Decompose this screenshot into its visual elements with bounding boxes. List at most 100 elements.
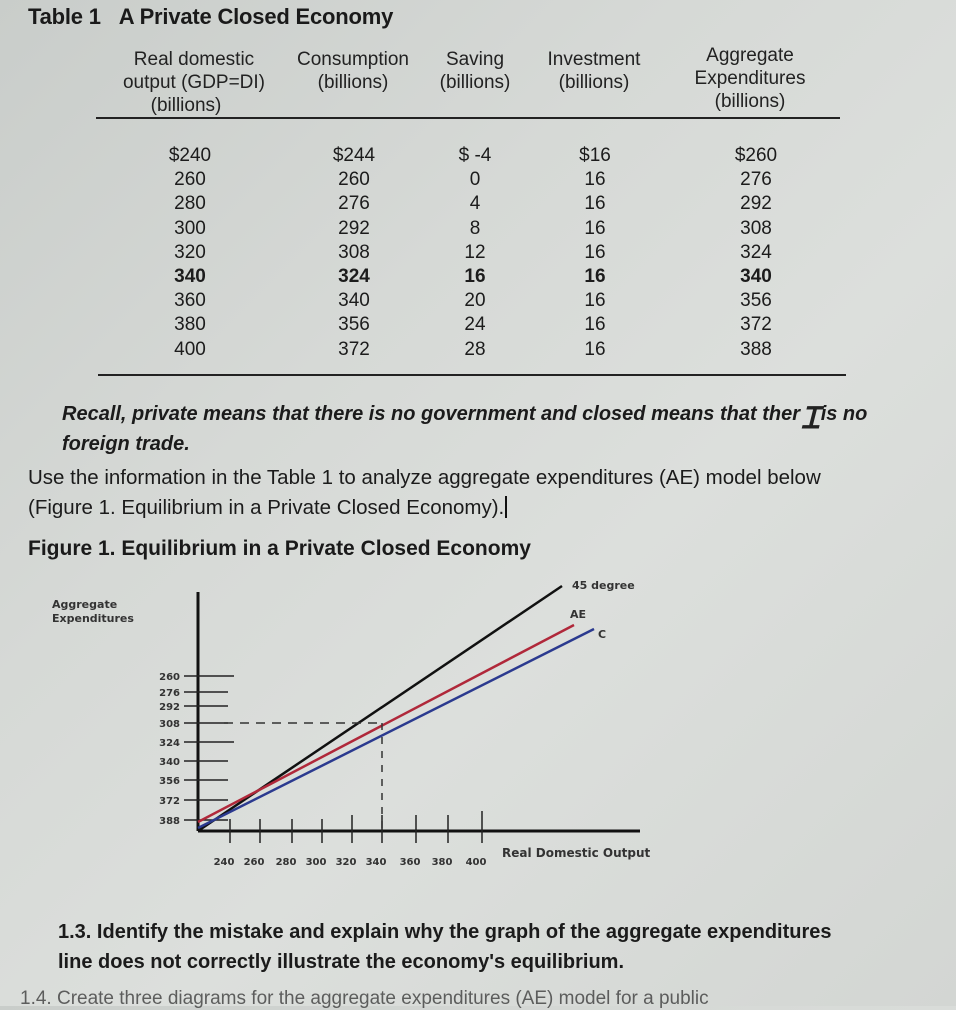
instruction-line1: Use the information in the Table 1 to an… xyxy=(28,466,821,489)
cell: 8 xyxy=(469,217,481,239)
y-tick-label: 324 xyxy=(159,738,180,749)
question-1-3: 1.3. Identify the mistake and explain wh… xyxy=(58,917,948,977)
recall-line2: foreign trade. xyxy=(62,433,190,455)
table-title: Table 1 A Private Closed Economy xyxy=(28,4,393,30)
x-tick-label: 300 xyxy=(306,857,327,868)
cell: 372 xyxy=(740,314,772,336)
figure-title: Figure 1. Equilibrium in a Private Close… xyxy=(28,537,531,560)
question-1-3-line1: 1.3. Identify the mistake and explain wh… xyxy=(58,921,832,943)
header-investment-line1: Investment xyxy=(547,49,641,70)
cell: 276 xyxy=(338,193,370,215)
table-caption: A Private Closed Economy xyxy=(118,4,394,29)
cell: 20 xyxy=(464,290,486,312)
y-tick-label: 372 xyxy=(159,796,180,807)
cell: 16 xyxy=(584,338,606,360)
cell: 324 xyxy=(740,241,772,263)
table-bottom-rule xyxy=(98,374,846,376)
y-axis-label-line2: Expenditures xyxy=(52,612,134,625)
cell: $244 xyxy=(332,145,376,166)
header-ae-line3: (billions) xyxy=(714,91,786,112)
header-investment: Investment (billions) xyxy=(536,48,652,94)
cell: 400 xyxy=(174,338,206,360)
series-line-c xyxy=(197,627,595,830)
header-gdp: Real domestic output (GDP=DI) (billions) xyxy=(104,48,284,117)
cell: 276 xyxy=(740,169,772,191)
cell: 260 xyxy=(174,169,206,191)
cell: 360 xyxy=(174,290,206,312)
header-ae-line2: Expenditures xyxy=(694,68,806,89)
cell: 292 xyxy=(338,217,370,239)
x-tick-label: 360 xyxy=(400,857,421,868)
cell: $16 xyxy=(579,145,611,166)
column-gdp: $240 260 280 300 320 340 360 380 400 xyxy=(150,144,230,362)
y-axis-label: Aggregate xyxy=(52,598,117,611)
series-label-ae: AE xyxy=(570,608,586,621)
cell: 16 xyxy=(584,193,606,215)
header-consumption-line2: (billions) xyxy=(317,72,389,93)
cell: 340 xyxy=(174,266,206,288)
recall-paragraph: Recall, private means that there is no g… xyxy=(62,396,942,459)
cell: 4 xyxy=(469,193,481,215)
x-tick-label: 400 xyxy=(466,857,487,868)
series-line-ae xyxy=(197,623,575,824)
cell: 300 xyxy=(174,217,206,239)
cell: 372 xyxy=(338,338,370,360)
x-tick-label: 280 xyxy=(276,857,297,868)
x-tick-label: 380 xyxy=(432,857,453,868)
table-number: Table 1 xyxy=(28,4,101,29)
header-gdp-line1: Real domestic xyxy=(133,49,255,70)
x-tick-label: 320 xyxy=(336,857,357,868)
x-tick-label: 240 xyxy=(214,857,235,868)
cell: 380 xyxy=(174,314,206,336)
cell: 308 xyxy=(740,217,772,239)
question-1-3-line2: line does not correctly illustrate the e… xyxy=(58,951,624,973)
y-tick-label: 340 xyxy=(159,757,180,768)
cell: 12 xyxy=(464,241,486,263)
cell: 340 xyxy=(338,290,370,312)
cell: 324 xyxy=(338,266,370,288)
instruction-line2-wrap: (Figure 1. Equilibrium in a Private Clos… xyxy=(28,493,948,523)
header-investment-line2: (billions) xyxy=(558,72,630,93)
cell: 356 xyxy=(740,290,772,312)
cell: 0 xyxy=(469,169,481,191)
header-consumption: Consumption (billions) xyxy=(286,48,420,94)
ae-chart: AggregateExpenditures 260 276 292 308 324 340 3… xyxy=(52,579,651,868)
instruction-line2: (Figure 1. Equilibrium in a Private Clos… xyxy=(28,496,505,519)
y-tick-label: 388 xyxy=(159,816,180,827)
header-gdp-line2: output (GDP=DI) xyxy=(122,72,266,93)
cell: $240 xyxy=(168,145,212,166)
cell: 24 xyxy=(464,314,486,336)
chart-root: AggregateExpenditures 260 276 292 308 324 340 3… xyxy=(52,579,651,868)
text-cursor-ibeam-icon: Ɪ xyxy=(802,401,819,436)
series-label-45-degree: 45 degree xyxy=(572,579,635,592)
cell: 16 xyxy=(464,266,486,288)
cell: 340 xyxy=(740,266,772,288)
cell: 308 xyxy=(338,241,370,263)
y-tick-label: 356 xyxy=(159,776,180,787)
y-tick-label: 276 xyxy=(159,688,180,699)
y-tick-label: 308 xyxy=(159,719,180,730)
column-investment: $16 16 16 16 16 16 16 16 16 xyxy=(560,144,630,362)
header-ae-line1: Aggregate xyxy=(706,45,794,66)
recall-line1: Recall, private means that there is no g… xyxy=(62,403,800,425)
series-label-c: C xyxy=(598,628,606,641)
column-aggregate-expenditures: $260 276 292 308 324 340 356 372 388 xyxy=(716,144,796,362)
table-header-rule xyxy=(96,117,840,119)
x-axis-label: Real Domestic Output xyxy=(502,846,651,860)
cell: $ -4 xyxy=(458,145,492,166)
text-caret[interactable] xyxy=(505,496,508,518)
header-gdp-line3: (billions) xyxy=(150,95,222,116)
header-saving: Saving (billions) xyxy=(428,48,522,94)
cell: 280 xyxy=(174,193,206,215)
cell: 28 xyxy=(464,338,486,360)
cell: $260 xyxy=(734,145,778,166)
x-tick-label: 340 xyxy=(366,857,387,868)
cell: 16 xyxy=(584,314,606,336)
cell: 16 xyxy=(584,266,606,288)
cell: 16 xyxy=(584,217,606,239)
instruction-paragraph: Use the information in the Table 1 to an… xyxy=(28,463,948,523)
header-consumption-line1: Consumption xyxy=(297,49,409,70)
cell: 388 xyxy=(740,338,772,360)
question-1-4-partial: 1.4. Create three diagrams for the aggre… xyxy=(20,988,709,1009)
cell: 320 xyxy=(174,241,206,263)
